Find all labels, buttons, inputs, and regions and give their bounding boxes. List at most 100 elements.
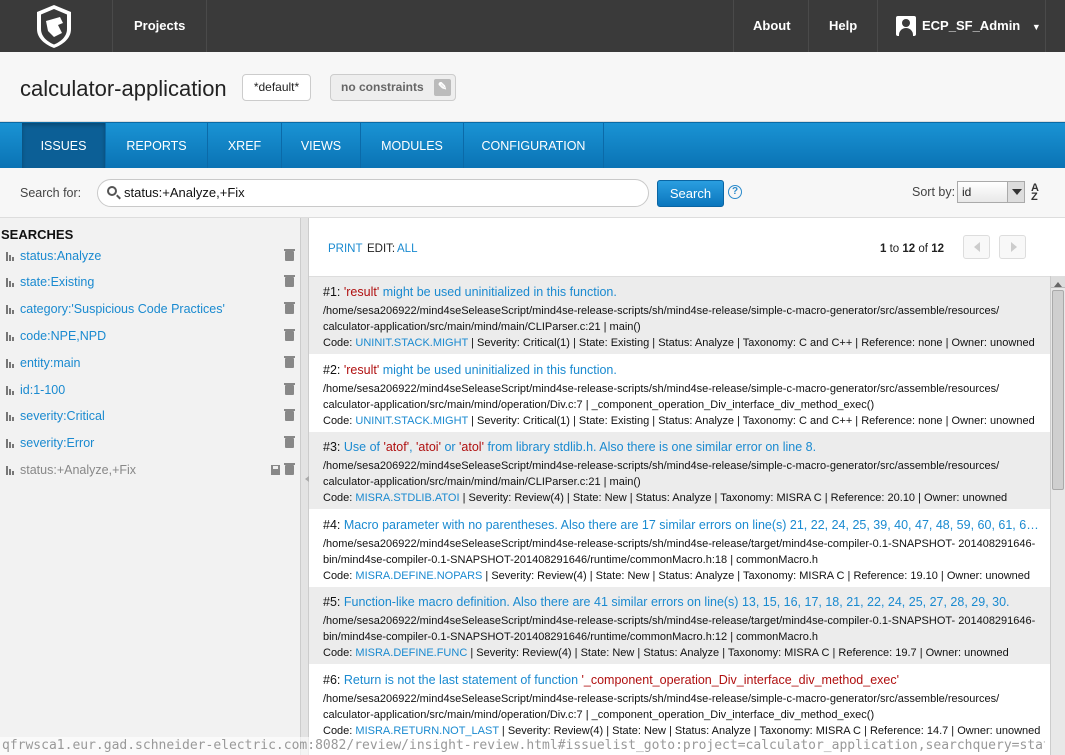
issue-row[interactable]: #2: 'result' might be used uninitialized… [309,354,1050,432]
prev-page-button[interactable] [963,235,990,259]
issue-title[interactable]: #2: 'result' might be used uninitialized… [323,362,1045,379]
issue-code-link[interactable]: UNINIT.STACK.MIGHT [355,415,468,427]
saved-search-item[interactable]: severity:Critical [0,403,300,429]
issue-title[interactable]: #4: Macro parameter with no parentheses.… [323,517,1045,534]
saved-search-item[interactable]: severity:Error [0,430,300,456]
saved-search-item[interactable]: status:Analyze [0,243,300,269]
status-url: qfrwsca1.eur.gad.schneider-electric.com:… [0,737,1045,755]
scroll-thumb[interactable] [1052,290,1064,490]
issue-title-part: '_component_operation_Div_interface_div_… [581,672,899,687]
trash-icon[interactable] [284,356,295,368]
issue-row[interactable]: #1: 'result' might be used uninitialized… [309,277,1050,354]
code-label: Code: [323,569,353,582]
sort-direction-icon[interactable]: AZ [1031,183,1039,203]
divider [877,0,878,52]
print-link[interactable]: PRINT [328,243,363,255]
next-page-button[interactable] [999,235,1026,259]
pager-count: 12 [902,243,916,255]
search-button[interactable]: Search [657,180,724,207]
code-label: Code: [323,414,353,427]
sort-label: Sort by: [912,185,956,199]
code-label: Code: [323,724,353,737]
trash-icon[interactable] [284,383,295,395]
scrollbar[interactable] [1050,276,1065,755]
tab-configuration[interactable]: CONFIGURATION [464,123,604,169]
current-search-item[interactable]: status:+Analyze,+Fix [0,457,300,483]
bar-chart-icon [6,305,15,314]
trash-icon[interactable] [284,302,295,314]
issue-code-link[interactable]: MISRA.STDLIB.ATOI [355,492,459,504]
saved-search-item[interactable]: state:Existing [0,269,300,295]
bar-chart-icon [6,439,15,448]
divider [206,0,207,52]
edit-all-link[interactable]: ALL [397,243,417,255]
searches-heading: SEARCHES [1,227,74,242]
tab-modules[interactable]: MODULES [361,123,464,169]
tab-issues[interactable]: ISSUES [22,123,106,169]
trash-icon[interactable] [284,329,295,341]
page-title: calculator-application [20,76,227,101]
issue-meta: Code: MISRA.DEFINE.FUNC | Severity: Revi… [323,645,1043,661]
issue-number: #5: [323,595,341,609]
issue-title[interactable]: #6: Return is not the last statement of … [323,672,1045,689]
divider [808,0,809,52]
pager-info: 1 to 12 of 12 [880,243,944,255]
nav-projects[interactable]: Projects [134,0,185,52]
issue-title[interactable]: #5: Function-like macro definition. Also… [323,594,1045,611]
app-logo[interactable] [34,3,74,49]
save-icon[interactable] [271,465,280,475]
username: ECP_SF_Admin [922,18,1021,33]
issue-attributes: | Severity: Critical(1) | State: Existin… [468,337,1035,349]
issue-meta: Code: MISRA.STDLIB.ATOI | Severity: Revi… [323,490,1043,506]
code-label: Code: [323,647,353,659]
trash-icon[interactable] [284,249,295,261]
saved-search-label: status:Analyze [20,249,102,263]
issue-code-link[interactable]: UNINIT.STACK.MIGHT [355,337,468,349]
list-toolbar: PRINT EDIT: ALL 1 to 12 of 12 [309,218,1065,276]
branch-selector[interactable]: *default* [242,74,311,101]
scroll-up-icon[interactable] [1051,276,1065,288]
user-menu[interactable]: ECP_SF_Admin ▼ [896,16,1041,36]
nav-about[interactable]: About [753,0,791,52]
tab-views[interactable]: VIEWS [282,123,361,169]
sort-select[interactable]: id [957,181,1025,203]
issue-title[interactable]: #1: 'result' might be used uninitialized… [323,284,1045,301]
issue-code-link[interactable]: MISRA.DEFINE.FUNC [355,647,467,659]
tab-reports[interactable]: REPORTS [106,123,208,169]
saved-search-item[interactable]: category:'Suspicious Code Practices' [0,296,300,322]
trash-icon[interactable] [284,275,295,287]
divider [1045,0,1046,52]
issue-title[interactable]: #3: Use of 'atof', 'atoi' or 'atol' from… [323,439,1045,456]
panel-splitter[interactable] [300,218,309,755]
trash-icon[interactable] [284,436,295,448]
saved-search-item[interactable]: id:1-100 [0,377,300,403]
caret-down-icon: ▼ [1031,22,1041,32]
help-icon[interactable]: ? [728,185,742,199]
nav-help[interactable]: Help [829,0,857,52]
saved-search-item[interactable]: entity:main [0,350,300,376]
pager-of: of [918,243,928,255]
search-input[interactable]: status:+Analyze,+Fix [97,179,649,207]
issue-attributes: | Severity: Review(4) | State: New | Sta… [482,569,1030,582]
issue-meta: Code: MISRA.DEFINE.NOPARS | Severity: Re… [323,568,1043,584]
issue-title-part: might be used uninitialized in this func… [379,285,617,299]
saved-search-label: id:1-100 [20,383,66,397]
issue-row[interactable]: #3: Use of 'atof', 'atoi' or 'atol' from… [309,432,1050,509]
issue-attributes: | Severity: Review(4) | State: New | Sta… [467,647,1009,659]
issue-list-panel: PRINT EDIT: ALL 1 to 12 of 12 #1: 'resul… [309,218,1065,755]
issue-number: #4: [323,517,341,532]
main-tabs: ISSUES REPORTS XREF VIEWS MODULES CONFIG… [0,122,1065,169]
bar-chart-icon [6,332,15,341]
search-bar: Search for: status:+Analyze,+Fix Search … [0,168,1065,218]
issue-code-link[interactable]: MISRA.RETURN.NOT_LAST [355,725,498,737]
trash-icon[interactable] [284,409,295,421]
issue-title-part: Use of [340,440,384,454]
issue-row[interactable]: #4: Macro parameter with no parentheses.… [309,509,1050,587]
issue-row[interactable]: #5: Function-like macro definition. Also… [309,587,1050,664]
saved-search-item[interactable]: code:NPE,NPD [0,323,300,349]
issue-row[interactable]: #6: Return is not the last statement of … [309,664,1050,742]
constraints-button[interactable]: no constraints ✎ [330,74,456,101]
trash-icon[interactable] [284,463,295,475]
issue-code-link[interactable]: MISRA.DEFINE.NOPARS [355,570,482,582]
tab-xref[interactable]: XREF [208,123,282,169]
